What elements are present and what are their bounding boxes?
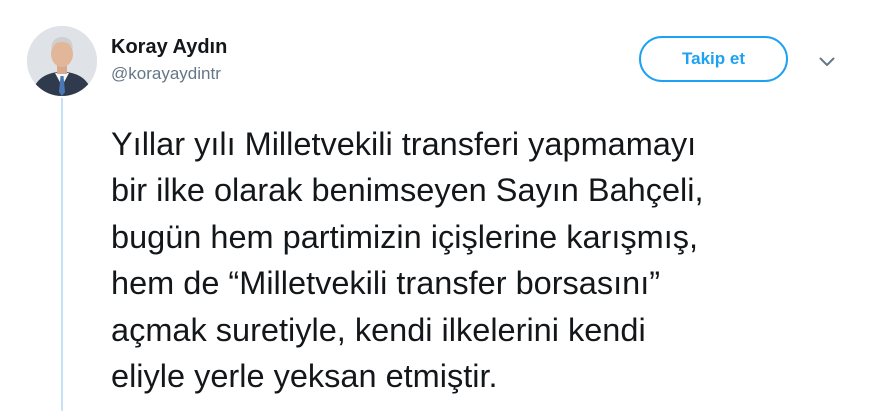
chevron-down-icon — [819, 57, 835, 66]
tweet-text: Yıllar yılı Milletvekili transferi yapma… — [111, 126, 704, 395]
avatar[interactable] — [27, 26, 97, 96]
follow-button-label: Takip et — [682, 49, 745, 68]
author-handle[interactable]: @korayaydintr — [111, 64, 221, 84]
follow-button[interactable]: Takip et — [639, 36, 788, 82]
avatar-image — [27, 26, 97, 96]
author-display-name[interactable]: Koray Aydın — [111, 36, 227, 59]
thread-line — [61, 98, 63, 411]
more-options-button[interactable] — [814, 52, 840, 72]
tweet-card: Koray Aydın @korayaydintr Takip et Yılla… — [0, 0, 880, 411]
